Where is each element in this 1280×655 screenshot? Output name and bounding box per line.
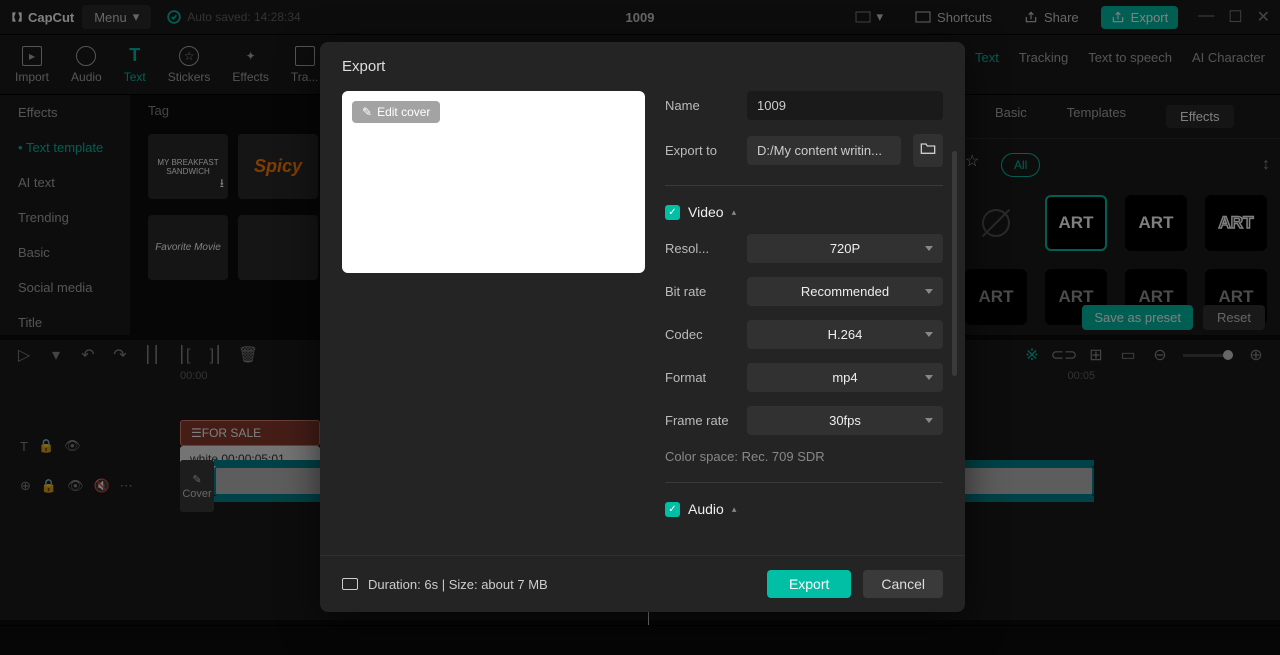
- bitrate-row: Bit rate Recommended: [665, 277, 943, 306]
- duration-info: Duration: 6s | Size: about 7 MB: [342, 577, 548, 592]
- divider: [665, 185, 943, 186]
- codec-row: Codec H.264: [665, 320, 943, 349]
- framerate-row: Frame rate 30fps: [665, 406, 943, 435]
- pencil-icon: ✎: [362, 105, 372, 119]
- codec-label: Codec: [665, 327, 735, 342]
- format-row: Format mp4: [665, 363, 943, 392]
- export-dialog: Export ✎ Edit cover Name Export to D:/My…: [320, 42, 965, 612]
- video-checkbox[interactable]: ✓: [665, 205, 680, 220]
- exportto-path[interactable]: D:/My content writin...: [747, 136, 901, 165]
- colorspace-text: Color space: Rec. 709 SDR: [665, 449, 943, 464]
- name-row: Name: [665, 91, 943, 120]
- folder-icon: [920, 141, 936, 155]
- audio-section-header[interactable]: ✓ Audio ▴: [665, 501, 943, 517]
- bitrate-dropdown[interactable]: Recommended: [747, 277, 943, 306]
- framerate-dropdown[interactable]: 30fps: [747, 406, 943, 435]
- format-dropdown[interactable]: mp4: [747, 363, 943, 392]
- film-icon: [342, 578, 358, 590]
- preview-box: ✎ Edit cover: [342, 91, 645, 273]
- resolution-dropdown[interactable]: 720P: [747, 234, 943, 263]
- browse-folder-button[interactable]: [913, 134, 943, 167]
- dialog-body: ✎ Edit cover Name Export to D:/My conten…: [320, 91, 965, 555]
- framerate-label: Frame rate: [665, 413, 735, 428]
- audio-checkbox[interactable]: ✓: [665, 502, 680, 517]
- name-input[interactable]: [747, 91, 943, 120]
- resolution-label: Resol...: [665, 241, 735, 256]
- duration-text: Duration: 6s | Size: about 7 MB: [368, 577, 548, 592]
- audio-section-label: Audio: [688, 501, 724, 517]
- collapse-icon: ▴: [732, 207, 737, 218]
- export-confirm-button[interactable]: Export: [767, 570, 851, 598]
- path-text: D:/My content writin...: [757, 143, 882, 158]
- cancel-button[interactable]: Cancel: [863, 570, 943, 598]
- video-section-label: Video: [688, 204, 724, 220]
- edit-cover-button[interactable]: ✎ Edit cover: [352, 101, 440, 123]
- bitrate-label: Bit rate: [665, 284, 735, 299]
- exportto-label: Export to: [665, 143, 735, 158]
- exportto-row: Export to D:/My content writin...: [665, 134, 943, 167]
- codec-dropdown[interactable]: H.264: [747, 320, 943, 349]
- divider: [665, 482, 943, 483]
- format-label: Format: [665, 370, 735, 385]
- settings-scrollbar[interactable]: [952, 151, 957, 376]
- collapse-icon: ▴: [732, 504, 737, 515]
- dialog-title: Export: [320, 42, 965, 91]
- resolution-row: Resol... 720P: [665, 234, 943, 263]
- dialog-actions: Export Cancel: [767, 570, 943, 598]
- edit-cover-label: Edit cover: [377, 105, 430, 119]
- name-label: Name: [665, 98, 735, 113]
- video-section-header[interactable]: ✓ Video ▴: [665, 204, 943, 220]
- export-settings: Name Export to D:/My content writin... ✓…: [665, 91, 943, 555]
- dialog-footer: Duration: 6s | Size: about 7 MB Export C…: [320, 555, 965, 612]
